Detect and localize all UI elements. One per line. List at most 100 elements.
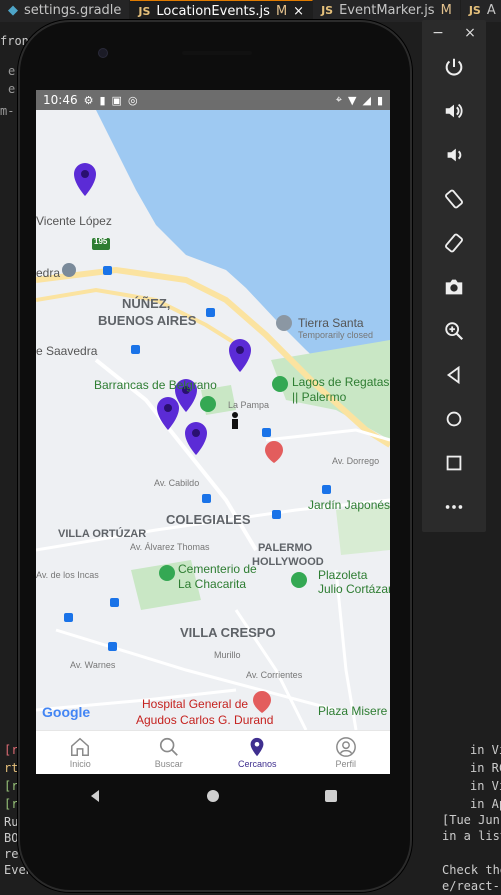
street-label: Av. Corrientes [246, 670, 303, 680]
battery-saver-icon: ▮ [99, 93, 106, 107]
overview-button[interactable] [434, 443, 474, 483]
location-icon: ⌖ [335, 93, 342, 106]
nav-item-perfil[interactable]: Perfil [302, 731, 391, 774]
terminal-line: in Ap [470, 797, 501, 811]
terminal-line: Ru [4, 815, 19, 829]
signal-icon: ◢ [362, 93, 371, 107]
nav-item-inicio[interactable]: Inicio [36, 731, 125, 774]
js-file-icon: JS [321, 4, 334, 17]
nav-item-buscar[interactable]: Buscar [125, 731, 214, 774]
transit-icon [103, 266, 112, 275]
terminal-line: [r [4, 743, 19, 757]
map-label-palermo-hollywood: PALERMO [258, 542, 313, 554]
map-label-tierra-santa: Tierra Santa [298, 316, 364, 330]
marker-center [81, 170, 89, 178]
street-label: Av. Cabildo [154, 478, 200, 488]
power-button[interactable] [434, 47, 474, 87]
map-label-palermo-hollywood-2: HOLLYWOOD [252, 556, 324, 568]
terminal-line: in Vi [470, 743, 501, 757]
more-dots-icon [445, 505, 463, 509]
transit-icon [322, 485, 331, 494]
park-pin-icon [159, 565, 175, 581]
map-label-cementerio: Cementerio de [178, 562, 257, 576]
event-marker-icon[interactable] [74, 163, 96, 196]
nav-label: Perfil [335, 759, 356, 769]
rotate-left-icon [445, 189, 463, 209]
recents-icon[interactable] [323, 788, 339, 804]
street-label: Av. Warnes [70, 660, 116, 670]
marker-center [192, 429, 200, 437]
rotate-right-button[interactable] [434, 223, 474, 263]
map-view[interactable]: Vicente López 195 edra NÚÑEZ, BUENOS AIR… [36, 110, 390, 730]
transit-icon [64, 613, 73, 622]
terminal-line: in RC [470, 761, 501, 775]
map-label-temporarily-closed: Temporarily closed [298, 330, 374, 340]
map-label-chacarita: La Chacarita [178, 577, 247, 591]
tab-event-marker[interactable]: JS EventMarker.js M [313, 0, 461, 22]
map-label-palermo: || Palermo [292, 390, 347, 404]
transit-icon [108, 642, 117, 651]
tab-overflow[interactable]: JS A [461, 0, 501, 22]
screenshot-button[interactable] [434, 267, 474, 307]
location-pin-icon [250, 737, 264, 757]
sync-icon: ◎ [127, 93, 138, 107]
rotate-right-icon [445, 233, 463, 253]
terminal-line: in a list [442, 829, 501, 843]
terminal-line: [r [4, 797, 19, 811]
close-icon[interactable]: × [464, 25, 476, 41]
zoom-button[interactable] [434, 311, 474, 351]
editor-tab-bar: ◆ settings.gradle JS LocationEvents.js M… [0, 0, 501, 22]
volume-up-button[interactable] [434, 91, 474, 131]
back-button[interactable] [434, 355, 474, 395]
poi-pin-icon [62, 263, 76, 277]
emulator-window-controls: − × [422, 20, 486, 46]
event-marker-icon[interactable] [157, 397, 179, 430]
terminal-line: BO [4, 831, 19, 845]
home-button[interactable] [434, 399, 474, 439]
map-label-hospital-durand: Agudos Carlos G. Durand [136, 713, 274, 727]
park-area [336, 505, 390, 555]
volume-down-icon [447, 148, 462, 162]
user-location-icon [232, 412, 238, 429]
park-pin-icon [291, 572, 307, 588]
battery-icon: ▮ [376, 93, 383, 107]
park-pin-icon [200, 396, 216, 412]
route-number: 195 [94, 237, 108, 246]
transit-icon [272, 510, 281, 519]
transit-icon [131, 345, 140, 354]
marker-center [164, 404, 172, 412]
map-label-vicente-lopez: Vicente López [36, 214, 112, 228]
user-body [232, 419, 238, 429]
tab-location-events[interactable]: JS LocationEvents.js M × [130, 0, 314, 22]
tab-label: A [486, 3, 496, 18]
event-marker-icon[interactable] [229, 339, 251, 372]
nav-item-cercanos[interactable]: Cercanos [213, 731, 302, 774]
square-icon [446, 455, 462, 471]
volume-down-button[interactable] [434, 135, 474, 175]
poi-pin-icon [276, 315, 292, 331]
terminal-line: Check the [442, 863, 501, 877]
map-label-la-pampa: La Pampa [228, 400, 270, 410]
home-circle-icon[interactable] [205, 788, 221, 804]
transit-icon [110, 598, 119, 607]
hospital-icon [265, 441, 283, 463]
minimize-icon[interactable]: − [432, 25, 444, 41]
map-label-edra: edra [36, 266, 61, 280]
tab-settings-gradle[interactable]: ◆ settings.gradle [0, 0, 131, 22]
google-logo: Google [42, 704, 91, 720]
nav-label: Cercanos [237, 759, 277, 769]
map-label-lagos: Lagos de Regatas [292, 375, 390, 389]
front-camera [98, 48, 108, 58]
profile-icon [335, 737, 356, 757]
back-icon[interactable] [87, 788, 103, 804]
search-icon [159, 737, 178, 756]
rotate-left-button[interactable] [434, 179, 474, 219]
map-label-plazoleta: Plazoleta [318, 568, 368, 582]
tab-label: EventMarker.js [339, 3, 435, 18]
phone-screen: 10:46 ⚙ ▮ ▣ ◎ ⌖ ▼ ◢ ▮ Vicente López 195 … [36, 90, 390, 774]
more-button[interactable] [434, 487, 474, 527]
volume-up-icon [445, 103, 463, 119]
nav-label: Buscar [154, 759, 183, 769]
terminal-line: [r [4, 779, 19, 793]
map-label-villa-ortuzar: VILLA ORTÚZAR [58, 528, 147, 540]
